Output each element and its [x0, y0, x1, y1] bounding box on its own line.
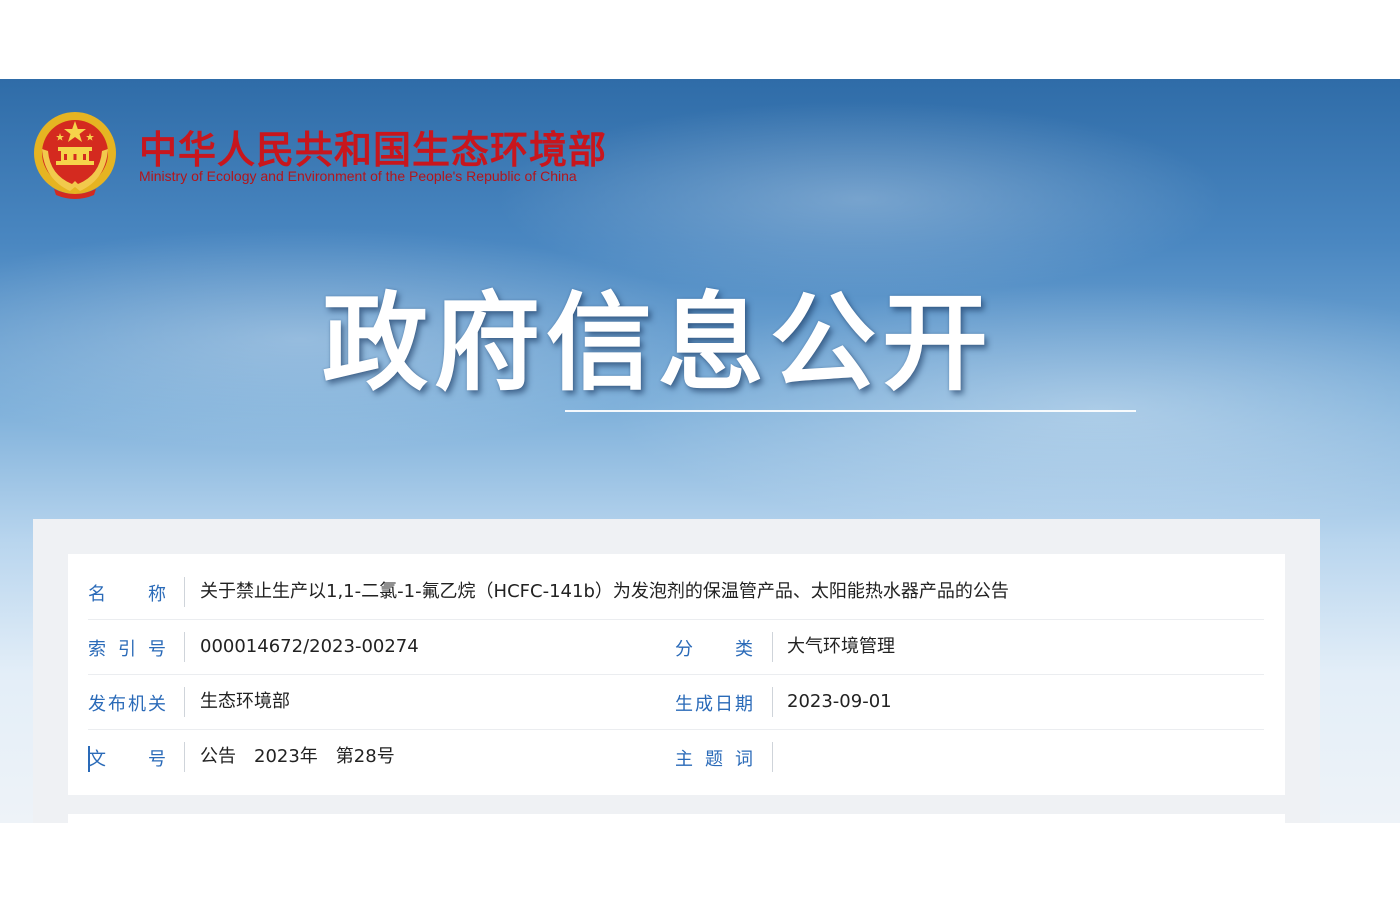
label-category-char: 分 [675, 639, 693, 660]
label-name-char: 称 [148, 584, 166, 605]
label-separator [184, 742, 185, 772]
label-index-char: 引 [118, 639, 136, 660]
info-row-index: 索 引 号 000014672/2023-00274 分 类 大气环境管理 [88, 620, 1264, 675]
label-separator [184, 577, 185, 607]
label-publisher: 发 布 机 关 [88, 693, 166, 717]
label-publisher-char: 关 [148, 694, 166, 715]
label-publisher-char: 发 [88, 694, 106, 715]
label-date-char: 期 [735, 694, 753, 715]
label-publisher-char: 布 [108, 694, 126, 715]
label-keywords-char: 题 [705, 749, 723, 770]
label-name-char: 名 [88, 584, 106, 605]
label-created-date: 生 成 日 期 [675, 693, 753, 717]
label-date-char: 日 [715, 694, 733, 715]
created-date-value: 2023-09-01 [787, 691, 892, 712]
publisher-value: 生态环境部 [200, 691, 290, 712]
label-keywords: 主 题 词 [675, 748, 753, 772]
label-doc-no: 文 号 [88, 748, 166, 772]
label-docno-char: 文 [88, 749, 106, 770]
label-index-no: 索 引 号 [88, 638, 166, 662]
doc-number-value: 公告 2023年 第28号 [200, 746, 395, 767]
index-number-value: 000014672/2023-00274 [200, 636, 419, 657]
label-category-char: 类 [735, 639, 753, 660]
label-date-char: 生 [675, 694, 693, 715]
ministry-name-cn: 中华人民共和国生态环境部 [139, 128, 608, 172]
label-index-char: 号 [148, 639, 166, 660]
banner-underline [565, 410, 1136, 412]
document-body-card [68, 814, 1285, 823]
label-separator [184, 687, 185, 717]
label-separator [184, 632, 185, 662]
label-separator [772, 632, 773, 662]
label-date-char: 成 [695, 694, 713, 715]
info-row-doc-no: 文 号 公告 2023年 第28号 主 题 词 [88, 730, 1264, 784]
label-separator [772, 687, 773, 717]
document-info-card: 名 称 关于禁止生产以1,1-二氯-1-氟乙烷（HCFC-141b）为发泡剂的保… [68, 554, 1285, 795]
label-keywords-char: 词 [735, 749, 753, 770]
label-category: 分 类 [675, 638, 753, 662]
label-index-char: 索 [88, 639, 106, 660]
government-info-page: 中华人民共和国生态环境部 Ministry of Ecology and Env… [0, 79, 1400, 823]
document-title-value: 关于禁止生产以1,1-二氯-1-氟乙烷（HCFC-141b）为发泡剂的保温管产品… [200, 581, 1009, 602]
national-emblem-icon [34, 112, 116, 199]
label-name: 名 称 [88, 583, 166, 607]
info-row-name: 名 称 关于禁止生产以1,1-二氯-1-氟乙烷（HCFC-141b）为发泡剂的保… [88, 565, 1264, 620]
label-separator [772, 742, 773, 772]
banner-title: 政府信息公开 [322, 282, 994, 405]
label-publisher-char: 机 [128, 694, 146, 715]
info-row-publisher: 发 布 机 关 生态环境部 生 成 日 期 2023-09-01 [88, 675, 1264, 730]
category-value: 大气环境管理 [787, 636, 895, 657]
label-docno-char: 号 [148, 749, 166, 770]
label-keywords-char: 主 [675, 749, 693, 770]
ministry-name-en: Ministry of Ecology and Environment of t… [139, 168, 577, 184]
